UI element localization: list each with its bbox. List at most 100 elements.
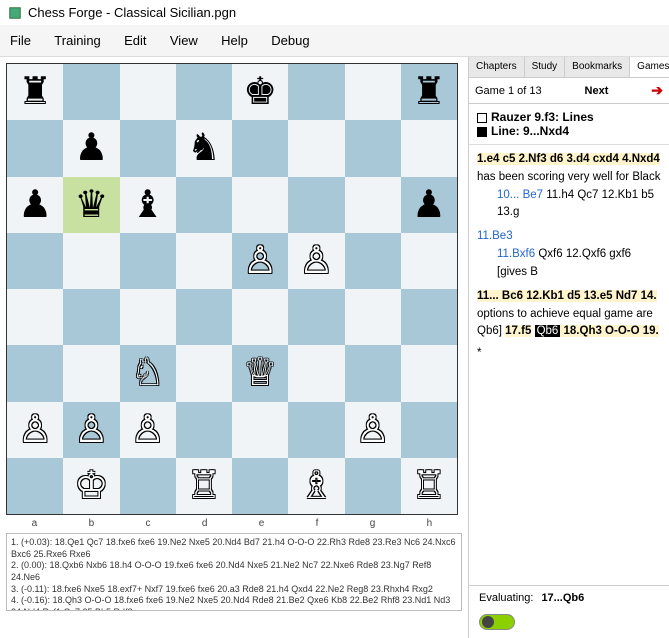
variation-3-start[interactable]: 11.Bxf6 (497, 248, 535, 260)
square[interactable]: ♙ (345, 402, 401, 458)
square[interactable]: ♚ (232, 64, 288, 120)
current-move[interactable]: Qb6 (535, 325, 561, 337)
square[interactable] (176, 345, 232, 401)
square[interactable] (345, 64, 401, 120)
piece[interactable]: ♟ (18, 186, 52, 224)
square[interactable]: ♙ (63, 402, 119, 458)
piece[interactable]: ♗ (299, 467, 333, 505)
tab-games[interactable]: Games (630, 57, 669, 77)
square[interactable]: ♘ (120, 345, 176, 401)
square[interactable] (63, 289, 119, 345)
square[interactable] (63, 345, 119, 401)
square[interactable] (401, 120, 457, 176)
line2-pre[interactable]: 11... Bc6 12.Kb1 d5 13.e5 Nd7 14. (477, 290, 657, 302)
square[interactable] (232, 120, 288, 176)
square[interactable] (345, 120, 401, 176)
square[interactable] (120, 64, 176, 120)
moves-panel[interactable]: 1.e4 c5 2.Nf3 d6 3.d4 cxd4 4.Nxd4 has be… (469, 145, 669, 585)
piece[interactable]: ♚ (243, 73, 277, 111)
menu-edit[interactable]: Edit (114, 29, 156, 52)
square[interactable] (288, 345, 344, 401)
piece[interactable]: ♕ (243, 354, 277, 392)
piece[interactable]: ♟ (412, 186, 446, 224)
chess-board[interactable]: ♜ ♚ ♜ ♟ ♞ ♟ ♛ ♝ ♟ ♙ ♙ ♘ ♕ ♙ ♙ ♙ ♙ ♔ ♖ ♗ ♖ (6, 63, 458, 515)
piece[interactable]: ♙ (243, 242, 277, 280)
piece[interactable]: ♝ (131, 186, 165, 224)
square[interactable] (176, 233, 232, 289)
square[interactable] (120, 458, 176, 514)
opening-moves[interactable]: 1.e4 c5 2.Nf3 d6 3.d4 cxd4 4.Nxd4 (477, 153, 660, 165)
menu-file[interactable]: File (0, 29, 41, 52)
square[interactable] (176, 402, 232, 458)
square[interactable] (7, 289, 63, 345)
piece[interactable]: ♛ (74, 186, 108, 224)
square[interactable] (232, 458, 288, 514)
square[interactable]: ♕ (232, 345, 288, 401)
piece[interactable]: ♖ (187, 467, 221, 505)
piece[interactable]: ♟ (74, 129, 108, 167)
square[interactable]: ♙ (7, 402, 63, 458)
square[interactable] (288, 64, 344, 120)
menu-training[interactable]: Training (44, 29, 110, 52)
engine-toggle[interactable] (479, 614, 515, 630)
square[interactable] (401, 233, 457, 289)
square[interactable] (120, 289, 176, 345)
square[interactable]: ♜ (401, 64, 457, 120)
square[interactable] (345, 177, 401, 233)
square[interactable] (288, 402, 344, 458)
variation-2[interactable]: 11.Be3 (477, 222, 661, 246)
line2-rest1[interactable]: Qb6] (477, 325, 505, 337)
tab-study[interactable]: Study (525, 57, 566, 77)
square[interactable] (176, 177, 232, 233)
square[interactable]: ♖ (176, 458, 232, 514)
square[interactable] (345, 289, 401, 345)
piece[interactable]: ♙ (299, 242, 333, 280)
square[interactable] (63, 233, 119, 289)
square[interactable] (232, 289, 288, 345)
next-button[interactable]: Next (585, 85, 609, 97)
square[interactable]: ♗ (288, 458, 344, 514)
square[interactable]: ♟ (401, 177, 457, 233)
square[interactable] (7, 345, 63, 401)
menu-view[interactable]: View (160, 29, 208, 52)
piece[interactable]: ♘ (131, 354, 165, 392)
square[interactable] (288, 289, 344, 345)
square[interactable]: ♙ (288, 233, 344, 289)
next-arrow-icon[interactable]: ➔ (651, 82, 663, 99)
piece[interactable]: ♙ (356, 411, 390, 449)
square[interactable] (120, 233, 176, 289)
menu-debug[interactable]: Debug (261, 29, 319, 52)
square[interactable] (288, 177, 344, 233)
square[interactable] (401, 289, 457, 345)
square[interactable]: ♝ (120, 177, 176, 233)
square[interactable]: ♟ (7, 177, 63, 233)
square[interactable] (120, 120, 176, 176)
square[interactable] (176, 289, 232, 345)
square[interactable]: ♔ (63, 458, 119, 514)
square[interactable] (288, 120, 344, 176)
line2-m18[interactable]: 18.Qh3 O-O-O 19. (560, 325, 658, 337)
tab-bookmarks[interactable]: Bookmarks (565, 57, 630, 77)
piece[interactable]: ♙ (18, 411, 52, 449)
square[interactable] (232, 402, 288, 458)
piece[interactable]: ♞ (187, 129, 221, 167)
piece[interactable]: ♖ (412, 467, 446, 505)
square[interactable] (63, 64, 119, 120)
square[interactable] (401, 345, 457, 401)
piece[interactable]: ♙ (74, 411, 108, 449)
square[interactable] (7, 458, 63, 514)
square[interactable]: ♛ (63, 177, 119, 233)
piece[interactable]: ♙ (131, 411, 165, 449)
square[interactable] (345, 458, 401, 514)
square[interactable] (345, 345, 401, 401)
square[interactable]: ♙ (120, 402, 176, 458)
tab-chapters[interactable]: Chapters (469, 57, 525, 77)
square[interactable]: ♙ (232, 233, 288, 289)
move-17f5[interactable]: 17.f5 (505, 325, 531, 337)
square[interactable] (232, 177, 288, 233)
square[interactable]: ♜ (7, 64, 63, 120)
square[interactable] (7, 233, 63, 289)
square[interactable] (7, 120, 63, 176)
variation-1-start[interactable]: 10... Be7 (497, 189, 543, 201)
square[interactable]: ♖ (401, 458, 457, 514)
